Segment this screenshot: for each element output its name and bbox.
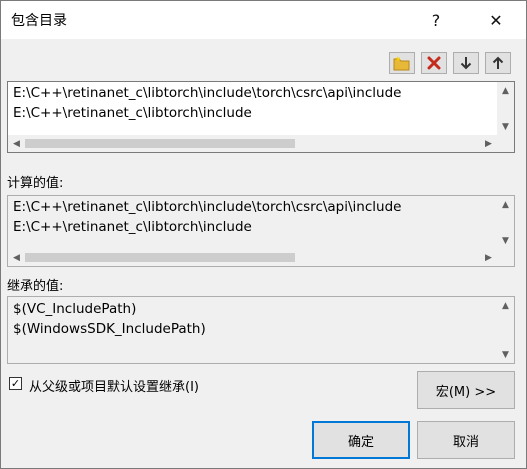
close-button[interactable]: ✕ [473,1,519,39]
list-item: $(WindowsSDK_IncludePath) [13,321,206,337]
move-down-icon [460,57,472,70]
delete-line-button[interactable] [421,52,447,74]
include-directories-dialog: 包含目录 ? ✕ E:\C++\retinanet_c\libtorch\inc… [0,0,527,469]
inherited-values-label: 继承的值: [7,279,64,294]
list-item[interactable]: E:\C++\retinanet_c\libtorch\include [13,105,252,121]
scroll-left-icon[interactable]: ◀ [8,249,25,266]
scroll-corner [497,135,514,152]
move-down-button[interactable] [453,52,479,74]
scroll-left-icon[interactable]: ◀ [8,135,25,152]
move-up-icon [492,56,504,69]
scroll-thumb[interactable] [25,139,295,148]
ok-button[interactable]: 确定 [312,421,410,459]
new-folder-icon [393,56,410,71]
scroll-down-icon[interactable]: ▼ [497,118,514,135]
new-line-button[interactable] [389,52,415,74]
inherit-checkbox[interactable]: ✓ [9,377,22,390]
title-bar[interactable]: 包含目录 ? ✕ [1,1,526,39]
scroll-down-icon[interactable]: ▼ [497,232,514,249]
list-item: $(VC_IncludePath) [13,301,137,317]
edit-directory-list[interactable]: E:\C++\retinanet_c\libtorch\include\torc… [7,81,515,153]
computed-values-list[interactable]: E:\C++\retinanet_c\libtorch\include\torc… [7,195,515,267]
list-item: E:\C++\retinanet_c\libtorch\include [13,219,252,235]
scroll-corner [497,249,514,266]
list-item[interactable]: E:\C++\retinanet_c\libtorch\include\torc… [13,85,401,101]
move-up-button[interactable] [485,52,511,74]
vertical-scrollbar[interactable]: ▲ ▼ [497,196,514,249]
list-item: E:\C++\retinanet_c\libtorch\include\torc… [13,199,402,215]
inherited-values-list[interactable]: $(VC_IncludePath) $(WindowsSDK_IncludePa… [7,296,515,364]
horizontal-scrollbar[interactable]: ◀ ▶ [8,249,497,266]
inherit-checkbox-label[interactable]: 从父级或项目默认设置继承(I) [29,376,199,395]
vertical-scrollbar[interactable]: ▲ ▼ [497,82,514,135]
computed-values-label: 计算的值: [7,176,64,191]
scroll-up-icon[interactable]: ▲ [497,82,514,99]
dialog-title: 包含目录 [11,13,67,29]
scroll-down-icon[interactable]: ▼ [497,346,514,363]
delete-icon [427,56,441,70]
scroll-up-icon[interactable]: ▲ [497,196,514,213]
vertical-scrollbar[interactable]: ▲ ▼ [497,297,514,363]
scroll-right-icon[interactable]: ▶ [480,249,497,266]
cancel-button[interactable]: 取消 [417,421,515,459]
scroll-right-icon[interactable]: ▶ [480,135,497,152]
scroll-thumb[interactable] [25,253,295,262]
horizontal-scrollbar[interactable]: ◀ ▶ [8,135,497,152]
macro-button[interactable]: 宏(M) >> [417,371,515,409]
help-button[interactable]: ? [413,1,459,39]
scroll-up-icon[interactable]: ▲ [497,297,514,314]
